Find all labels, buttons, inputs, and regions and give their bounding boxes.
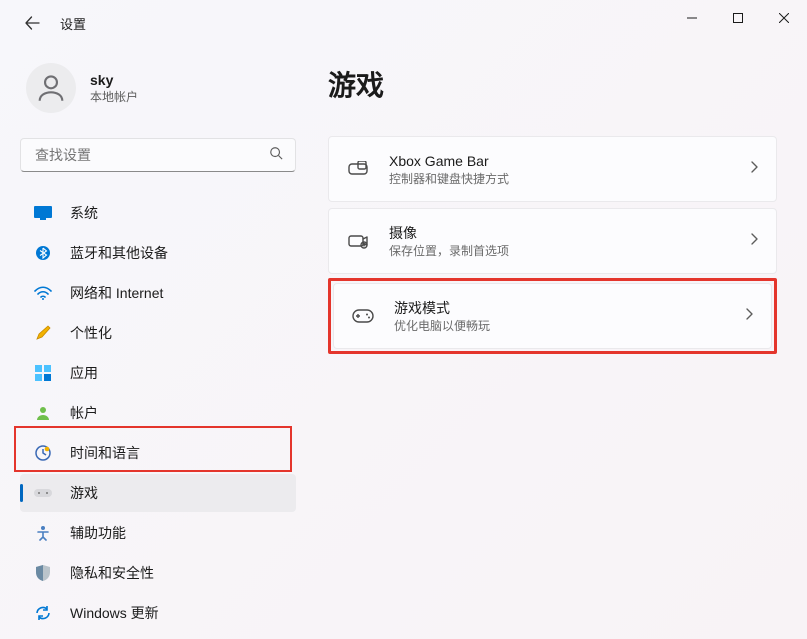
card-xbox[interactable]: Xbox Game Bar控制器和键盘快捷方式 <box>328 136 777 202</box>
person-icon <box>34 71 68 105</box>
nav: 系统蓝牙和其他设备网络和 Internet 个性化应用帐户时间和语言游戏辅助功能隐… <box>20 194 296 632</box>
back-button[interactable] <box>22 13 42 33</box>
sidebar: sky 本地帐户 系统蓝牙和其他设备网络和 Internet 个性化应用帐户时间和… <box>0 58 304 639</box>
shield-icon <box>34 564 52 582</box>
wifi-icon <box>34 284 52 302</box>
chevron-right-icon <box>750 232 758 250</box>
page-title: 游戏 <box>328 64 777 104</box>
time-icon <box>34 444 52 462</box>
avatar <box>26 63 76 113</box>
sidebar-item-label: 隐私和安全性 <box>70 563 154 583</box>
card-title: 摄像 <box>389 224 730 242</box>
main: 游戏 Xbox Game Bar控制器和键盘快捷方式摄像保存位置，录制首选项游戏… <box>304 58 807 639</box>
sidebar-item-label: 个性化 <box>70 323 112 343</box>
brush-icon <box>34 324 52 342</box>
update-icon <box>34 604 52 622</box>
minimize-button[interactable] <box>669 0 715 36</box>
system-icon <box>34 204 52 222</box>
chevron-right-icon <box>750 160 758 178</box>
sidebar-item-person[interactable]: 帐户 <box>20 394 296 432</box>
card-sub: 控制器和键盘快捷方式 <box>389 171 730 187</box>
apps-icon <box>34 364 52 382</box>
sidebar-item-update[interactable]: Windows 更新 <box>20 594 296 632</box>
sidebar-item-system[interactable]: 系统 <box>20 194 296 232</box>
settings-window: 设置 sky 本地帐户 系统蓝牙 <box>0 0 807 639</box>
sidebar-item-game[interactable]: 游戏 <box>20 474 296 512</box>
sidebar-item-label: 系统 <box>70 203 98 223</box>
sidebar-item-access[interactable]: 辅助功能 <box>20 514 296 552</box>
card-title: 游戏模式 <box>394 299 725 317</box>
sidebar-item-wifi[interactable]: 网络和 Internet <box>20 274 296 312</box>
bt-icon <box>34 244 52 262</box>
sidebar-item-label: 时间和语言 <box>70 443 140 463</box>
content: sky 本地帐户 系统蓝牙和其他设备网络和 Internet 个性化应用帐户时间和… <box>0 58 807 639</box>
account-name: sky <box>90 71 138 89</box>
sidebar-item-label: 辅助功能 <box>70 523 126 543</box>
sidebar-item-time[interactable]: 时间和语言 <box>20 434 296 472</box>
close-icon <box>779 13 789 23</box>
search-box[interactable] <box>20 138 296 172</box>
card-sub: 优化电脑以便畅玩 <box>394 318 725 334</box>
arrow-left-icon <box>24 15 40 31</box>
sidebar-item-label: Windows 更新 <box>70 603 159 623</box>
person-icon <box>34 404 52 422</box>
close-button[interactable] <box>761 0 807 36</box>
chevron-right-icon <box>745 307 753 325</box>
maximize-button[interactable] <box>715 0 761 36</box>
titlebar: 设置 <box>0 0 807 46</box>
access-icon <box>34 524 52 542</box>
sidebar-item-label: 游戏 <box>70 483 98 503</box>
search-input[interactable] <box>33 146 269 164</box>
sidebar-item-label: 网络和 Internet <box>70 283 163 303</box>
account-block[interactable]: sky 本地帐户 <box>20 58 296 118</box>
sidebar-item-apps[interactable]: 应用 <box>20 354 296 392</box>
card-body: 游戏模式优化电脑以便畅玩 <box>394 299 725 334</box>
game-icon <box>34 484 52 502</box>
annotation-highlight-card: 游戏模式优化电脑以便畅玩 <box>328 278 777 354</box>
capture-icon <box>347 230 369 252</box>
card-capture[interactable]: 摄像保存位置，录制首选项 <box>328 208 777 274</box>
settings-cards: Xbox Game Bar控制器和键盘快捷方式摄像保存位置，录制首选项游戏模式优… <box>328 136 777 352</box>
minimize-icon <box>687 13 697 23</box>
card-sub: 保存位置，录制首选项 <box>389 243 730 259</box>
maximize-icon <box>733 13 743 23</box>
card-title: Xbox Game Bar <box>389 152 730 170</box>
sidebar-item-label: 帐户 <box>70 403 98 423</box>
card-mode[interactable]: 游戏模式优化电脑以便畅玩 <box>333 283 772 349</box>
app-title: 设置 <box>60 14 86 33</box>
sidebar-item-label: 应用 <box>70 363 98 383</box>
card-body: 摄像保存位置，录制首选项 <box>389 224 730 259</box>
card-body: Xbox Game Bar控制器和键盘快捷方式 <box>389 152 730 187</box>
window-controls <box>669 0 807 36</box>
sidebar-item-bt[interactable]: 蓝牙和其他设备 <box>20 234 296 272</box>
sidebar-item-brush[interactable]: 个性化 <box>20 314 296 352</box>
sidebar-item-shield[interactable]: 隐私和安全性 <box>20 554 296 592</box>
xbox-icon <box>347 158 369 180</box>
mode-icon <box>352 305 374 327</box>
account-sub: 本地帐户 <box>90 89 138 105</box>
search-icon <box>269 146 283 165</box>
sidebar-item-label: 蓝牙和其他设备 <box>70 243 168 263</box>
account-text: sky 本地帐户 <box>90 71 138 105</box>
